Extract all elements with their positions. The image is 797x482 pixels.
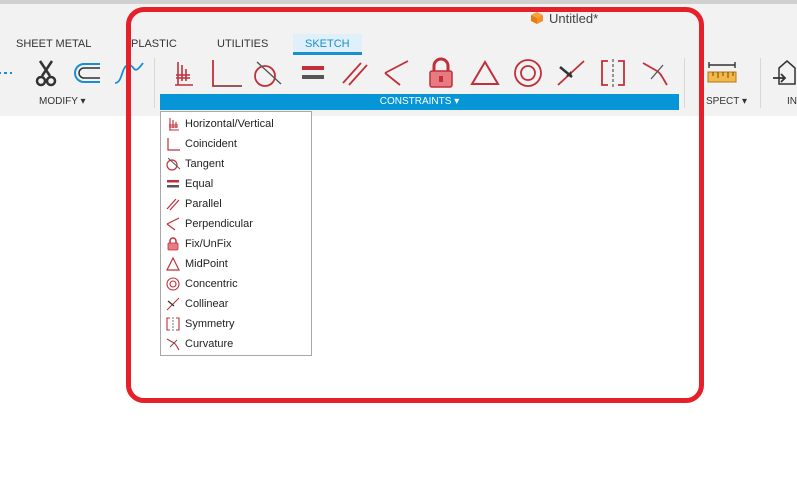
concentric-icon[interactable] — [512, 57, 544, 89]
midpoint-icon[interactable] — [469, 57, 501, 89]
perpendicular-icon[interactable] — [381, 57, 413, 89]
trim-icon[interactable] — [0, 57, 18, 89]
curvature-icon — [165, 336, 181, 352]
tangent-icon — [165, 156, 181, 172]
measure-icon[interactable] — [706, 57, 738, 89]
group-separator — [154, 58, 155, 108]
coincident-icon[interactable] — [210, 57, 242, 89]
menu-item-equal[interactable]: Equal — [165, 174, 309, 194]
parallel-icon[interactable] — [338, 57, 370, 89]
tab-utilities[interactable]: UTILITIES — [217, 34, 268, 54]
tab-sheet-metal[interactable]: SHEET METAL — [16, 34, 91, 54]
menu-item-label: Collinear — [185, 298, 229, 310]
collinear-icon — [165, 296, 181, 312]
inspect-group-label[interactable]: SPECT ▾ — [706, 96, 747, 108]
tangent-icon[interactable] — [251, 57, 283, 89]
menu-item-label: Curvature — [185, 338, 234, 350]
menu-item-curvature[interactable]: Curvature — [165, 334, 309, 354]
horizontal-vertical-icon[interactable] — [166, 57, 198, 89]
menu-item-label: MidPoint — [185, 258, 228, 270]
menu-item-perpendicular[interactable]: Perpendicular — [165, 214, 309, 234]
menu-item-horizontal-vertical[interactable]: Horizontal/Vertical — [165, 114, 309, 134]
symmetry-icon[interactable] — [597, 57, 629, 89]
equal-icon — [165, 176, 181, 192]
lock-icon[interactable] — [425, 57, 457, 89]
offset-icon[interactable] — [70, 57, 102, 89]
spline-icon[interactable] — [113, 57, 145, 89]
menu-item-label: Perpendicular — [185, 218, 253, 230]
perpendicular-icon — [165, 216, 181, 232]
menu-item-label: Equal — [185, 178, 214, 190]
constraints-dropdown[interactable]: CONSTRAINTS ▾ — [160, 94, 679, 110]
menu-item-midpoint[interactable]: MidPoint — [165, 254, 309, 274]
equal-icon[interactable] — [297, 57, 329, 89]
top-border — [0, 0, 797, 4]
toolbar: Untitled* SHEET METAL PLASTIC UTILITIES … — [0, 0, 797, 116]
collinear-icon[interactable] — [555, 57, 587, 89]
parallel-icon — [165, 196, 181, 212]
tab-plastic[interactable]: PLASTIC — [131, 34, 177, 54]
menu-item-concentric[interactable]: Concentric — [165, 274, 309, 294]
menu-item-label: Symmetry — [185, 318, 235, 330]
document-title: Untitled* — [530, 9, 598, 27]
horizontal-vertical-icon — [165, 116, 181, 132]
menu-item-label: Parallel — [185, 198, 222, 210]
group-separator — [684, 58, 685, 108]
menu-item-label: Coincident — [185, 138, 237, 150]
curvature-icon[interactable] — [640, 57, 672, 89]
midpoint-icon — [165, 256, 181, 272]
symmetry-icon — [165, 316, 181, 332]
coincident-icon — [165, 136, 181, 152]
scissors-icon[interactable] — [30, 57, 62, 89]
menu-item-symmetry[interactable]: Symmetry — [165, 314, 309, 334]
menu-item-coincident[interactable]: Coincident — [165, 134, 309, 154]
menu-item-label: Horizontal/Vertical — [185, 118, 274, 130]
insert-icon[interactable] — [768, 57, 797, 89]
insert-group-label[interactable]: IN — [787, 96, 797, 108]
concentric-icon — [165, 276, 181, 292]
menu-item-collinear[interactable]: Collinear — [165, 294, 309, 314]
menu-item-label: Concentric — [185, 278, 238, 290]
cube-icon — [531, 12, 543, 24]
modify-group-label[interactable]: MODIFY ▾ — [39, 96, 86, 108]
group-separator — [760, 58, 761, 108]
menu-item-label: Tangent — [185, 158, 225, 170]
tab-sketch[interactable]: SKETCH — [293, 34, 362, 55]
menu-item-fix-unfix[interactable]: Fix/UnFix — [165, 234, 309, 254]
constraints-menu: Horizontal/Vertical Coincident Tangent E… — [160, 111, 312, 356]
menu-item-label: Fix/UnFix — [185, 238, 232, 250]
menu-item-tangent[interactable]: Tangent — [165, 154, 309, 174]
document-title-text: Untitled* — [549, 10, 599, 26]
lock-icon — [165, 236, 181, 252]
menu-item-parallel[interactable]: Parallel — [165, 194, 309, 214]
